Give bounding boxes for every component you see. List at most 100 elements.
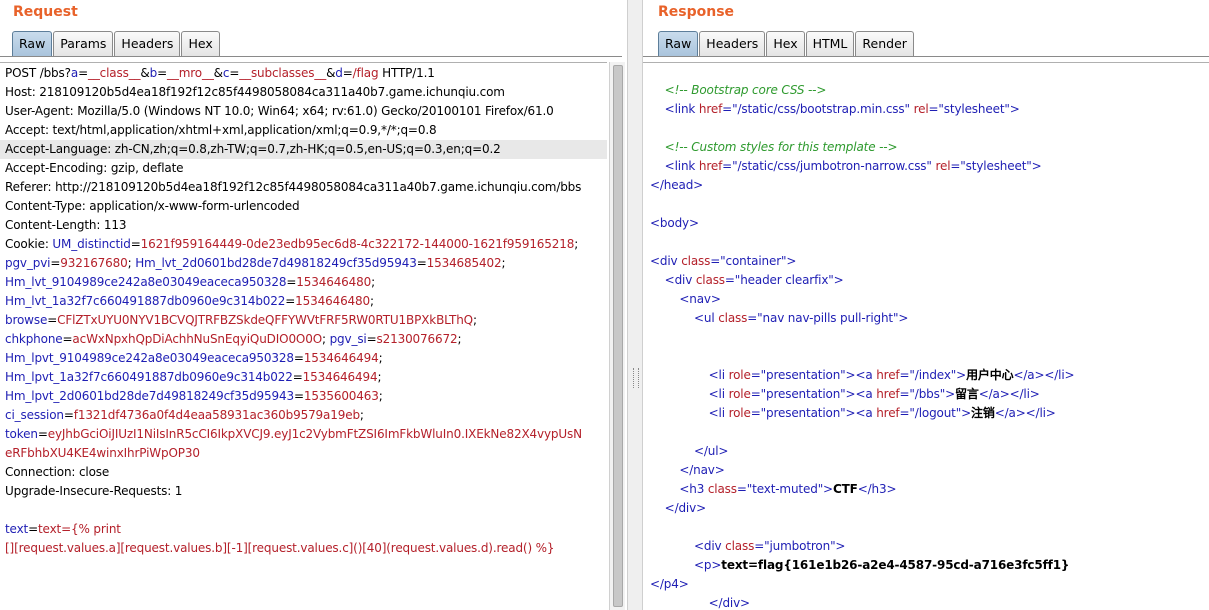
response-line-segment: </head> [650, 178, 704, 192]
response-tab-bar: Raw Headers Hex HTML Render [658, 31, 915, 58]
request-line: Accept: text/html,application/xhtml+xml,… [0, 121, 607, 140]
request-line-segment: [][request.values.a][request.values.b][-… [5, 541, 555, 555]
response-line [643, 423, 1209, 442]
divider-grip-icon[interactable] [633, 368, 639, 388]
response-tab-raw[interactable]: Raw [658, 31, 699, 56]
response-line-segment: "> [828, 273, 844, 287]
request-editor[interactable]: POST /bbs?a=__class__&b=__mro__&c=__subc… [0, 62, 607, 610]
response-line-segment: =" [724, 273, 741, 287]
response-line-segment: 用户中心 [966, 368, 1014, 382]
response-line-segment [650, 159, 665, 173]
response-line-segment: class [707, 482, 737, 496]
response-line-segment: href [698, 159, 723, 173]
response-line-segment [650, 273, 665, 287]
request-line-segment: Referer: http://218109120b5d4ea18f192f12… [5, 180, 582, 194]
request-line-segment: d [335, 66, 343, 80]
response-line-segment: <div [664, 273, 696, 287]
response-line-segment: "> [892, 311, 909, 325]
response-pane: Response Raw Headers Hex HTML Render <!-- Bo… [643, 0, 1209, 610]
response-tab-render[interactable]: Render [855, 31, 914, 56]
response-line-segment: class [725, 539, 755, 553]
response-line-segment: stylesheet [965, 159, 1027, 173]
response-line: <link href="/static/css/jumbotron-narrow… [643, 157, 1209, 176]
request-line-segment: eRFbhbXU4KE4winxIhrPiWpOP30 [5, 446, 200, 460]
response-line: </head> [643, 176, 1209, 195]
request-line: Hm_lvt_9104989ce242a8e03049eaceca950328=… [0, 273, 607, 292]
request-line-segment: token [5, 427, 38, 441]
response-tab-html[interactable]: HTML [805, 31, 855, 56]
request-line-segment: b [149, 66, 158, 80]
request-line-segment: Connection: close [5, 465, 110, 479]
response-line-segment: class [718, 311, 748, 325]
response-line-segment: <a [855, 406, 877, 420]
request-line-segment: 1534646494 [303, 351, 379, 365]
request-line-segment: Hm_lpvt_9104989ce242a8e03049eaceca950328 [5, 351, 294, 365]
request-tab-headers[interactable]: Headers [114, 31, 181, 56]
response-line-segment: <li [708, 387, 729, 401]
response-title: Response [658, 4, 735, 20]
response-line-segment: </div> [708, 596, 750, 610]
response-line [643, 119, 1209, 138]
response-line-segment: role [728, 406, 751, 420]
request-line: Hm_lvt_1a32f7c660491887db0960e9c314b022=… [0, 292, 607, 311]
request-line-segment: UM_distinctid [52, 237, 131, 251]
response-line-segment: nav nav-pills pull-right [762, 311, 894, 325]
response-tab-headers[interactable]: Headers [699, 31, 766, 56]
request-line: Content-Length: 113 [0, 216, 607, 235]
response-line-segment: href [698, 102, 723, 116]
response-line-segment: <p> [693, 558, 722, 572]
request-line-segment: User-Agent: Mozilla/5.0 (Windows NT 10.0… [5, 104, 554, 118]
response-line: <link href="/static/css/bootstrap.min.cs… [643, 100, 1209, 119]
request-tab-hex[interactable]: Hex [181, 31, 220, 56]
request-line-segment: = [293, 351, 304, 365]
response-line: </ul> [643, 442, 1209, 461]
response-line-segment: <h3 [679, 482, 708, 496]
request-line: pgv_pvi=932167680; Hm_lvt_2d0601bd28de7d… [0, 254, 607, 273]
request-line-segment: f1321df4736a0f4d4eaa58931ac360b9579a19eb [73, 408, 360, 422]
response-line-segment [650, 463, 679, 477]
request-line-segment: 1534646480 [296, 275, 372, 289]
response-line-segment: <li [708, 368, 729, 382]
response-line-segment: <link [664, 159, 699, 173]
response-line-segment: /static/css/bootstrap.min.css [737, 102, 905, 116]
response-line [643, 195, 1209, 214]
response-line-segment [650, 140, 665, 154]
request-tab-params[interactable]: Params [53, 31, 114, 56]
request-line-segment: = [63, 408, 74, 422]
response-line-segment: </a> [1013, 368, 1045, 382]
response-line-segment: </li> [1009, 387, 1040, 401]
response-line: </div> [643, 594, 1209, 610]
response-line-segment: presentation [766, 368, 841, 382]
split-pane-divider[interactable] [627, 0, 643, 610]
response-line-segment: =" [754, 539, 770, 553]
request-scrollbar-thumb[interactable] [613, 65, 623, 607]
request-line-segment: 1621f959164449-0de23edb95ec6d8-4c322172-… [140, 237, 575, 251]
response-line-segment: =" [747, 311, 763, 325]
request-tab-raw[interactable]: Raw [12, 31, 53, 56]
request-line-segment: Accept: text/html,application/xhtml+xml,… [5, 123, 437, 137]
response-line-segment: =" [899, 406, 915, 420]
response-line-segment [650, 558, 694, 572]
request-line-segment: __subclasses__ [239, 66, 327, 80]
request-line-segment: text={% print [38, 522, 121, 536]
request-line-segment: s2130076672 [376, 332, 458, 346]
request-tab-bar: Raw Params Headers Hex [12, 31, 221, 58]
response-line-segment: </li> [1025, 406, 1056, 420]
response-line: <li role="presentation"><a href="/index"… [643, 366, 1209, 385]
response-editor[interactable]: <!-- Bootstrap core CSS --> <link href="… [643, 62, 1209, 610]
response-line-segment [650, 368, 709, 382]
response-tab-hex[interactable]: Hex [766, 31, 805, 56]
response-line: <div class="jumbotron"> [643, 537, 1209, 556]
request-line-segment: = [285, 294, 296, 308]
response-tab-underline [643, 56, 1209, 57]
response-line-segment: 注销 [971, 406, 995, 420]
request-line: Referer: http://218109120b5d4ea18f192f12… [0, 178, 607, 197]
request-line: Cookie: UM_distinctid=1621f959164449-0de… [0, 235, 607, 254]
response-line-segment: "> [1026, 159, 1042, 173]
response-line-segment: rel [913, 102, 929, 116]
request-line-segment: Cookie: [5, 237, 53, 251]
response-line-segment: </p4> [650, 577, 689, 591]
request-line-segment: ; [370, 294, 374, 308]
request-line-segment: = [293, 389, 304, 403]
request-scrollbar[interactable] [609, 62, 625, 610]
